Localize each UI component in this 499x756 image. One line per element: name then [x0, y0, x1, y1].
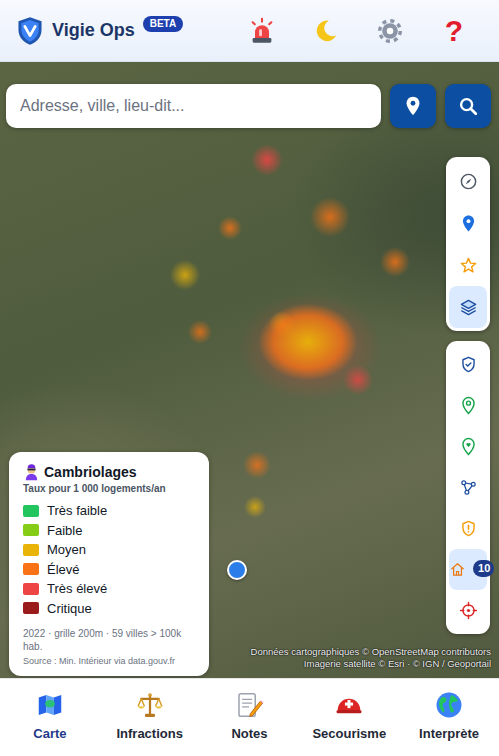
tab-label: Carte [33, 724, 66, 744]
attribution-line[interactable]: Imagerie satellite © Esri · © IGN / Geop… [251, 658, 491, 670]
scales-icon [135, 690, 165, 720]
star-icon [459, 256, 478, 275]
location-pin-icon [402, 95, 424, 117]
legend-item: Faible [23, 521, 197, 541]
app-header: Vigie Ops BETA [0, 0, 499, 62]
heart-pin-icon [459, 437, 478, 456]
legend-swatch [23, 563, 39, 575]
siren-icon [248, 17, 276, 45]
magnifier-icon [457, 95, 479, 117]
legend-label: Élevé [47, 560, 80, 580]
legend-swatch [23, 524, 39, 536]
legend-swatch [23, 583, 39, 595]
settings-button[interactable] [358, 8, 422, 54]
legend-item: Très faible [23, 501, 197, 521]
security-layer-button[interactable] [449, 344, 487, 385]
layer-tools-panel: 10 [446, 341, 490, 634]
search-button[interactable] [445, 84, 491, 128]
map-tools-panel [446, 157, 490, 331]
legend-swatch [23, 505, 39, 517]
search-input[interactable] [6, 84, 381, 128]
places-layer-button[interactable] [449, 385, 487, 426]
map-tab[interactable]: Carte [0, 679, 100, 756]
tab-label: Notes [231, 724, 267, 744]
map-pin-outline-icon [459, 396, 478, 415]
app-shell: Vigie Ops BETA [0, 0, 499, 756]
globe-icon [434, 690, 464, 720]
tab-label: Infractions [116, 724, 182, 744]
beta-badge: BETA [143, 16, 183, 32]
first-aid-tab[interactable]: Secourisme [299, 679, 399, 756]
map-toolbar: 10 [446, 157, 490, 634]
map-pin-icon [459, 214, 478, 233]
legend-source: Source : Min. Intérieur via data.gouv.fr [23, 655, 197, 667]
compass-icon [459, 172, 478, 191]
interpreter-tab[interactable]: Interprète [399, 679, 499, 756]
notes-tab[interactable]: Notes [200, 679, 300, 756]
burglary-layer-button[interactable]: 10 [449, 549, 487, 590]
legend-swatch [23, 544, 39, 556]
legend-item: Critique [23, 599, 197, 619]
warning-shield-icon [459, 519, 478, 538]
crosshair-icon [459, 601, 478, 620]
legend-label: Critique [47, 599, 92, 619]
network-layer-button[interactable] [449, 467, 487, 508]
memo-icon [234, 690, 264, 720]
moon-icon [313, 18, 339, 44]
legend-label: Très élevé [47, 579, 107, 599]
tab-label: Interprète [419, 724, 479, 744]
bottom-navigation: Carte Infractions Notes Secourisme Interprèt… [0, 678, 499, 756]
help-button[interactable]: ? [422, 8, 486, 54]
rescue-helmet-icon [334, 690, 364, 720]
night-mode-button[interactable] [294, 8, 358, 54]
target-layer-button[interactable] [449, 590, 487, 631]
legend-list: Très faibleFaibleMoyenÉlevéTrès élevéCri… [23, 501, 197, 618]
alert-button[interactable] [230, 8, 294, 54]
header-actions: ? [230, 8, 486, 54]
attribution-line[interactable]: Données cartographiques © OpenStreetMap … [251, 646, 491, 658]
legend-swatch [23, 602, 39, 614]
user-location-marker [227, 560, 247, 580]
legend-title-text: Cambriolages [44, 462, 137, 482]
locate-me-button[interactable] [449, 202, 487, 244]
legend-footer: 2022 · grille 200m · 59 villes > 100k ha… [23, 627, 197, 653]
brand[interactable]: Vigie Ops BETA [16, 16, 183, 46]
shield-logo-icon [16, 16, 44, 46]
offenses-tab[interactable]: Infractions [100, 679, 200, 756]
legend-card: Cambriolages Taux pour 1 000 logements/a… [9, 452, 209, 676]
compass-button[interactable] [449, 160, 487, 202]
locate-button[interactable] [390, 84, 436, 128]
layers-icon [459, 298, 478, 317]
burglar-icon [23, 464, 40, 481]
map-attribution: Données cartographiques © OpenStreetMap … [251, 646, 491, 670]
legend-title: Cambriolages [23, 462, 197, 482]
legend-item: Élevé [23, 560, 197, 580]
gear-icon [377, 18, 403, 44]
legend-subtitle: Taux pour 1 000 logements/an [23, 482, 197, 495]
shield-icon [459, 355, 478, 374]
legend-label: Faible [47, 521, 82, 541]
risk-layer-button[interactable] [449, 508, 487, 549]
network-icon [459, 478, 478, 497]
home-icon [449, 560, 466, 579]
legend-label: Très faible [47, 501, 107, 521]
count-badge: 10 [473, 560, 494, 577]
app-title: Vigie Ops [52, 17, 135, 44]
legend-label: Moyen [47, 540, 86, 560]
map[interactable]: 10 Cambriolages Taux pour 1 000 logement… [0, 62, 499, 678]
legend-item: Moyen [23, 540, 197, 560]
health-layer-button[interactable] [449, 426, 487, 467]
legend-item: Très élevé [23, 579, 197, 599]
favorites-button[interactable] [449, 244, 487, 286]
tab-label: Secourisme [312, 724, 386, 744]
layers-button[interactable] [449, 286, 487, 328]
search-bar [6, 84, 491, 128]
folded-map-icon [35, 690, 65, 720]
help-glyph: ? [445, 16, 463, 46]
